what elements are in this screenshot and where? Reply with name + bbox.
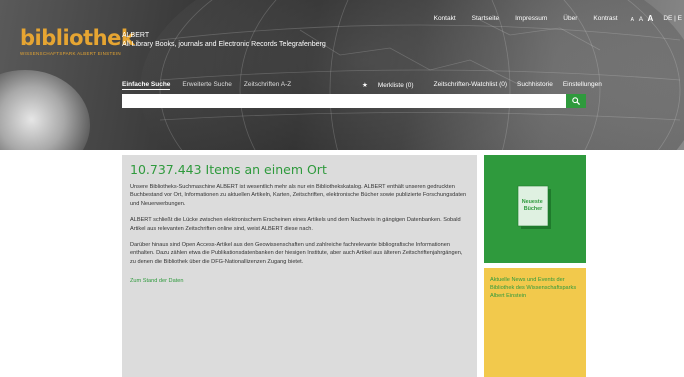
nav-impressum[interactable]: Impressum [515,15,547,22]
search-icon [572,97,580,105]
logo-subtitle: WISSENSCHAFTSPARK ALBERT EINSTEIN [20,51,121,56]
font-size-medium[interactable]: A [639,16,643,23]
tab-simple-search[interactable]: Einfache Suche [122,81,171,90]
search-history-link[interactable]: Suchhistorie [517,81,553,89]
news-tile[interactable]: Aktuelle News und Events der Bibliothek … [484,268,586,377]
tab-journals-az[interactable]: Zeitschriften A-Z [244,81,291,90]
watchlist-label: Merkliste (0) [377,82,414,89]
logo-word: bibliothek [20,26,135,50]
search-bar [122,94,586,108]
new-books-label: Neueste Bücher [522,199,544,212]
tab-advanced-search[interactable]: Erweiterte Suche [182,81,232,90]
new-books-tile[interactable]: Neueste Bücher [484,155,586,263]
header-banner: bibliothek WISSENSCHAFTSPARK ALBERT EINS… [0,0,684,150]
font-size-large[interactable]: A [648,14,654,23]
user-links: ★ Merkliste (0) Zeitschriften-Watchlist (… [362,81,612,89]
intro-paragraph-1: Unsere Bibliotheks-Suchmaschine ALBERT i… [130,184,467,207]
settings-link[interactable]: Einstellungen [563,81,602,89]
new-books-line-1: Neueste [522,199,543,205]
nav-kontakt[interactable]: Kontakt [434,15,456,22]
intro-paragraph-3: Darüber hinaus sind Open Access-Artikel … [130,242,463,265]
data-status-link[interactable]: Zum Stand der Daten [130,278,469,284]
nav-ueber[interactable]: Über [563,15,577,22]
intro-panel: 10.737.443 Items an einem Ort Unsere Bib… [122,155,477,377]
site-title: ALBERT All Library Books, journals and E… [122,31,326,49]
new-books-line-2: Bücher [524,206,543,212]
search-input[interactable] [122,94,566,108]
watchlist-link[interactable]: ★ Merkliste (0) [362,81,424,89]
book-icon: Neueste Bücher [517,185,551,229]
news-text: Aktuelle News und Events der Bibliothek … [490,277,577,299]
page-title: 10.737.443 Items an einem Ort [130,162,327,177]
star-icon: ★ [362,82,368,89]
font-size-small[interactable]: A [631,17,634,23]
top-navigation: Kontakt Startseite Impressum Über Kontra… [418,14,684,23]
site-tagline: All Library Books, journals and Electron… [122,41,326,48]
journal-watchlist-link[interactable]: Zeitschriften-Watchlist (0) [434,81,507,89]
search-tabs: Einfache Suche Erweiterte Suche Zeitschr… [122,81,303,90]
site-name: ALBERT [122,32,150,39]
font-size-switcher: A A A [628,14,654,23]
search-button[interactable] [566,94,586,108]
nav-kontrast[interactable]: Kontrast [593,15,617,22]
language-switcher[interactable]: DE | E [663,15,682,22]
library-logo[interactable]: bibliothek WISSENSCHAFTSPARK ALBERT EINS… [20,26,135,57]
intro-paragraph-2: ALBERT schließt die Lücke zwischen elekt… [130,217,461,232]
nav-startseite[interactable]: Startseite [472,15,499,22]
